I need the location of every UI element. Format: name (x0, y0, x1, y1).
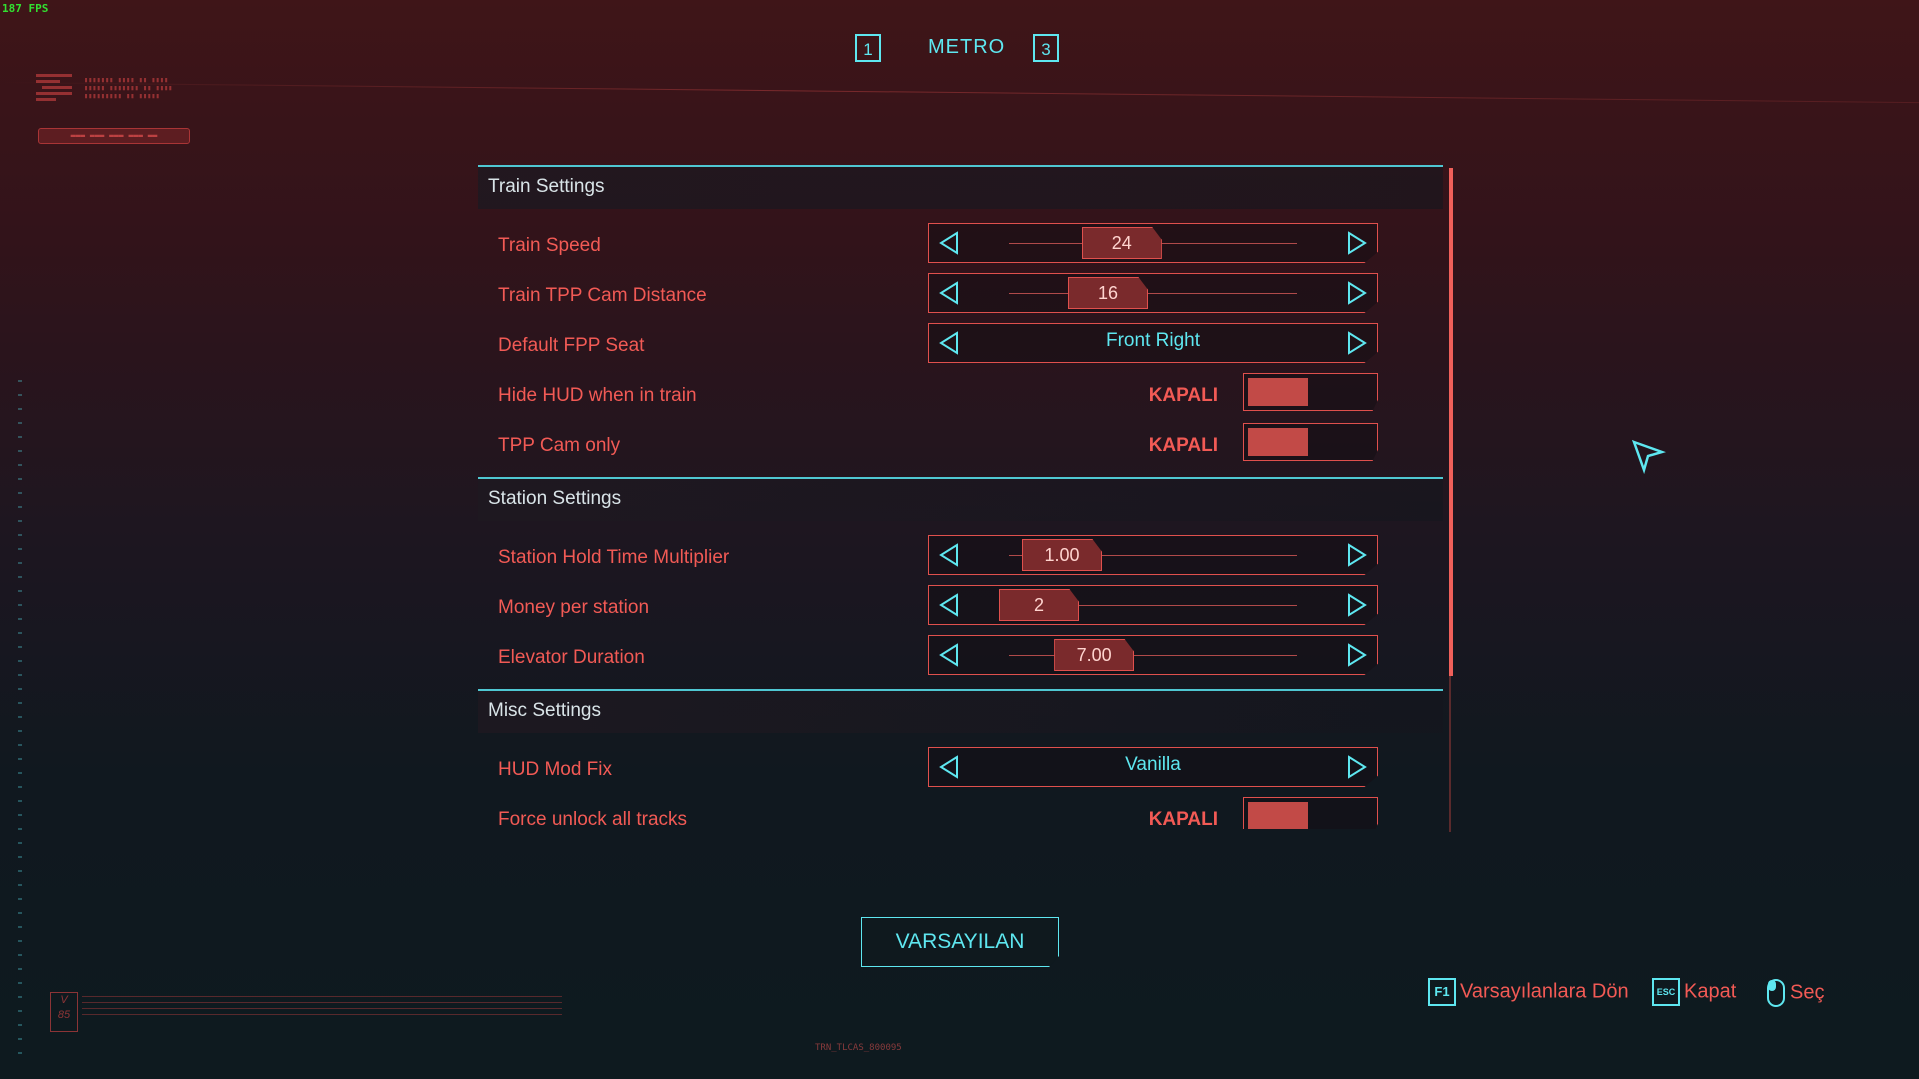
setting-force-unlock-tracks[interactable]: Force unlock all tracks KAPALI (478, 797, 1443, 829)
increase-arrow-icon[interactable] (1343, 642, 1369, 668)
fine-print-decoration (82, 996, 562, 1020)
default-button[interactable]: VARSAYILAN (861, 917, 1059, 967)
hide-hud-toggle[interactable] (1243, 373, 1378, 411)
slider-thumb[interactable]: 7.00 (1054, 639, 1135, 671)
setting-hud-mod-fix[interactable]: HUD Mod Fix Vanilla (478, 747, 1443, 795)
bottom-code: TRN_TLCAS_800095 (815, 1043, 902, 1053)
slider-thumb[interactable]: 1.00 (1022, 539, 1102, 571)
selector-value: Vanilla (1125, 754, 1181, 775)
increase-arrow-icon[interactable] (1343, 280, 1369, 306)
section-title: Train Settings (488, 176, 605, 197)
increase-arrow-icon[interactable] (1343, 592, 1369, 618)
f1-key-icon: F1 (1428, 978, 1456, 1006)
section-title: Station Settings (488, 488, 622, 509)
option-indicator (1105, 358, 1165, 360)
next-arrow-icon[interactable] (1343, 754, 1369, 780)
fps-counter: 187 FPS (2, 2, 49, 15)
decorative-line (0, 82, 1919, 104)
tpp-cam-only-toggle[interactable] (1243, 423, 1378, 461)
option-dot (1105, 793, 1123, 795)
section-header-station: Station Settings (478, 477, 1443, 521)
esc-key-icon: ESC (1652, 978, 1680, 1006)
toggle-knob (1248, 802, 1308, 829)
protocol-logo: ▮▮▮▮▮▮▮ ▮▮▮▮ ▮▮ ▮▮▮▮ ▮▮▮▮▮ ▮▮▮▮▮▮▮ ▮▮ ▮▮▮… (36, 72, 236, 112)
setting-money-per-station[interactable]: Money per station 2 (478, 585, 1443, 633)
mouse-cursor-icon (1631, 439, 1666, 474)
scrollbar-thumb[interactable] (1449, 168, 1453, 676)
setting-label: HUD Mod Fix (498, 759, 613, 780)
settings-panel[interactable]: Train Settings Train Speed 24 Train TPP … (478, 163, 1443, 829)
next-arrow-icon[interactable] (1343, 330, 1369, 356)
setting-label: Default FPP Seat (498, 335, 645, 356)
setting-label: Train Speed (498, 235, 601, 256)
setting-label: Station Hold Time Multiplier (498, 547, 730, 568)
hud-mod-fix-selector[interactable]: Vanilla (928, 747, 1378, 787)
prev-tab-key[interactable]: 1 (855, 34, 881, 62)
toggle-state: KAPALI (1148, 385, 1218, 406)
setting-train-speed[interactable]: Train Speed 24 (478, 223, 1443, 271)
option-dot (1127, 793, 1145, 795)
mouse-icon (1767, 979, 1785, 1007)
hint-close[interactable]: ESC Kapat (1652, 978, 1736, 1012)
hint-reset-defaults[interactable]: F1 Varsayılanlara Dön (1428, 978, 1629, 1012)
increase-arrow-icon[interactable] (1343, 542, 1369, 568)
hold-time-slider[interactable]: 1.00 (928, 535, 1378, 575)
slider-thumb[interactable]: 2 (999, 589, 1079, 621)
version-badge: V 85 (50, 992, 78, 1032)
fpp-seat-selector[interactable]: Front Right (928, 323, 1378, 363)
setting-tpp-cam-only[interactable]: TPP Cam only KAPALI (478, 423, 1443, 471)
option-indicator (1105, 782, 1165, 784)
setting-tpp-cam-distance[interactable]: Train TPP Cam Distance 16 (478, 273, 1443, 321)
option-dot (1127, 369, 1145, 371)
decrease-arrow-icon[interactable] (937, 542, 963, 568)
setting-hold-time[interactable]: Station Hold Time Multiplier 1.00 (478, 535, 1443, 583)
decrease-arrow-icon[interactable] (937, 642, 963, 668)
hint-select[interactable]: Seç (1766, 978, 1824, 1012)
slider-track (1009, 293, 1297, 294)
setting-hide-hud[interactable]: Hide HUD when in train KAPALI (478, 373, 1443, 421)
code-pill: ▬▬▬ ▬▬▬ ▬▬▬ ▬▬▬ ▬▬ (38, 128, 190, 144)
side-decoration (18, 380, 22, 1060)
selector-value: Front Right (1106, 330, 1200, 351)
decrease-arrow-icon[interactable] (937, 230, 963, 256)
section-header-train: Train Settings (478, 165, 1443, 209)
force-unlock-toggle[interactable] (1243, 797, 1378, 829)
next-tab-key[interactable]: 3 (1033, 34, 1059, 62)
tab-title: METRO (928, 36, 1006, 58)
setting-label: Train TPP Cam Distance (498, 285, 707, 306)
section-title: Misc Settings (488, 700, 601, 721)
tpp-cam-distance-slider[interactable]: 16 (928, 273, 1378, 313)
hint-label: Kapat (1684, 980, 1737, 1003)
setting-label: Money per station (498, 597, 650, 618)
setting-label: Hide HUD when in train (498, 385, 697, 406)
setting-label: TPP Cam only (498, 435, 621, 456)
decrease-arrow-icon[interactable] (937, 280, 963, 306)
decrease-arrow-icon[interactable] (937, 592, 963, 618)
elevator-duration-slider[interactable]: 7.00 (928, 635, 1378, 675)
setting-label: Force unlock all tracks (498, 809, 688, 829)
setting-label: Elevator Duration (498, 647, 645, 668)
hint-label: Seç (1790, 981, 1825, 1004)
train-speed-slider[interactable]: 24 (928, 223, 1378, 263)
money-slider[interactable]: 2 (928, 585, 1378, 625)
toggle-state: KAPALI (1148, 809, 1218, 829)
section-header-misc: Misc Settings (478, 689, 1443, 733)
option-dot (1105, 369, 1123, 371)
increase-arrow-icon[interactable] (1343, 230, 1369, 256)
setting-elevator-duration[interactable]: Elevator Duration 7.00 (478, 635, 1443, 683)
toggle-knob (1248, 378, 1308, 406)
slider-thumb[interactable]: 16 (1068, 277, 1148, 309)
toggle-knob (1248, 428, 1308, 456)
setting-fpp-seat[interactable]: Default FPP Seat Front Right (478, 323, 1443, 371)
slider-thumb[interactable]: 24 (1081, 227, 1162, 259)
scrollbar-track[interactable] (1449, 676, 1451, 832)
toggle-state: KAPALI (1148, 435, 1218, 456)
slider-track (1009, 655, 1297, 656)
hint-label: Varsayılanlara Dön (1460, 980, 1629, 1003)
